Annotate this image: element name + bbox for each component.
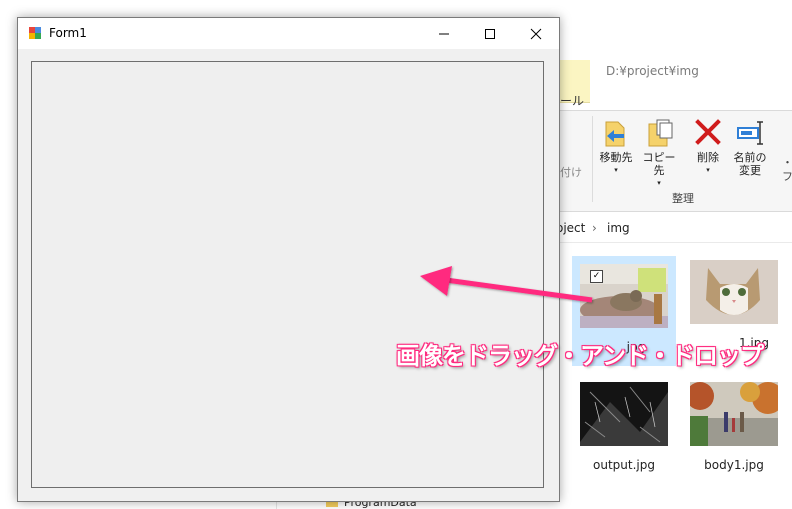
drag-and-drop-caption: 画像をドラッグ・アンド・ドロップ xyxy=(396,342,764,370)
drag-arrow-annotation xyxy=(420,266,593,303)
